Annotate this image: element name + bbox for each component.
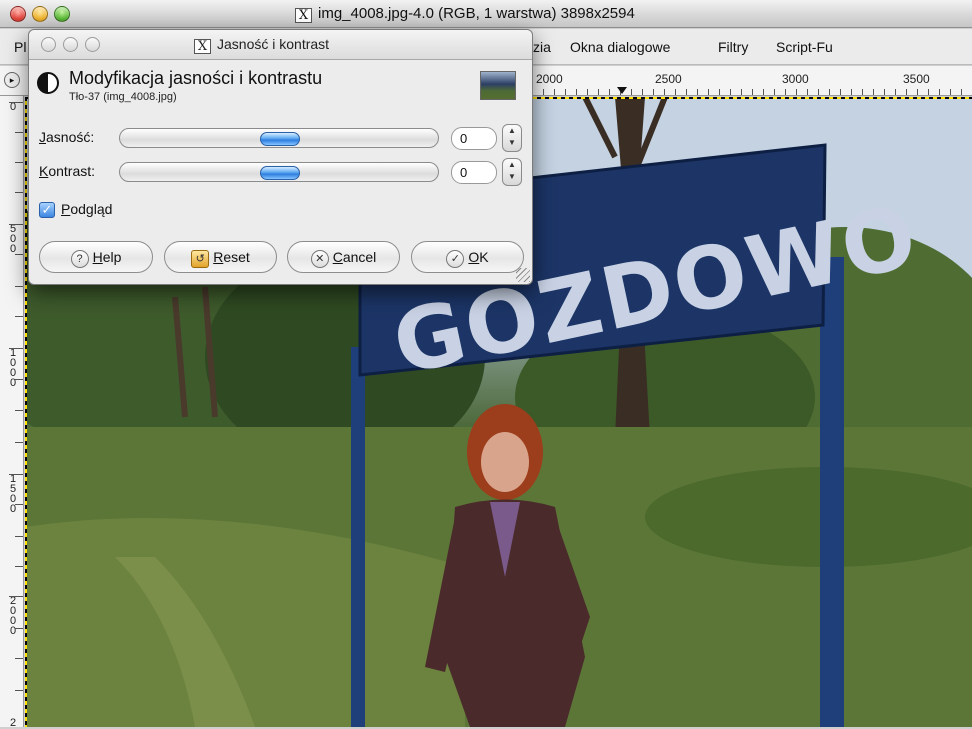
brightness-value-field[interactable]: 0 [451, 127, 497, 150]
ruler-label: 3500 [903, 72, 930, 86]
dialog-title: X Jasność i kontrast [194, 36, 329, 54]
dialog-heading: Modyfikacja jasności i kontrastu [69, 68, 323, 88]
ruler-label: 2500 [655, 72, 682, 86]
contrast-label: Kontrast: [39, 163, 95, 179]
ruler-label: 3000 [782, 72, 809, 86]
ruler-tick [15, 162, 23, 163]
ruler-tick [15, 566, 23, 567]
preview-label[interactable]: Podgląd [61, 201, 112, 217]
dialog-title-text: Jasność i kontrast [217, 36, 330, 52]
vertical-ruler[interactable]: 0 5 0 0 1 0 0 0 1 5 0 0 2 0 0 0 2 [0, 96, 24, 729]
dialog-minimize-button[interactable] [63, 37, 78, 52]
menu-item-dialogs[interactable]: Okna dialogowe [570, 39, 670, 55]
brightness-slider-handle[interactable] [260, 132, 300, 146]
ruler-tick [9, 348, 23, 349]
ruler-tick [15, 536, 23, 537]
brightness-contrast-icon [37, 72, 59, 94]
ruler-tick [15, 504, 23, 505]
window-title: Ximg_4008.jpg-4.0 (RGB, 1 warstwa) 3898x… [295, 5, 635, 23]
cancel-button[interactable]: ✕ Cancel [287, 241, 400, 273]
image-thumbnail [480, 71, 516, 100]
brightness-label: Jasność: [39, 129, 94, 145]
close-window-button[interactable] [10, 6, 26, 22]
ruler-tick [15, 628, 23, 629]
reset-rest: eset [223, 249, 250, 265]
preview-label-mnemonic: P [61, 201, 71, 217]
reset-mnemonic: R [213, 249, 224, 265]
ruler-tick [15, 286, 23, 287]
ruler-tick [9, 596, 23, 597]
preview-label-rest: odgląd [70, 201, 113, 217]
ruler-tick [15, 316, 23, 317]
menu-item-truncated[interactable]: Pl [14, 39, 26, 55]
ok-rest: K [479, 249, 489, 265]
ok-button[interactable]: ✓ OK [411, 241, 524, 273]
ruler-tick [15, 379, 23, 380]
brightness-label-rest: asność: [46, 129, 95, 145]
navigate-icon[interactable]: ▸ [4, 72, 20, 88]
resize-grip[interactable] [516, 268, 530, 282]
ruler-label: 2000 [536, 72, 563, 86]
menu-item-script-fu[interactable]: Script-Fu [776, 39, 833, 55]
menu-item-truncated-2[interactable]: zia [533, 39, 551, 55]
ruler-label: 1 0 0 0 [9, 347, 17, 389]
ruler-label: 2 0 0 0 [9, 595, 17, 637]
main-titlebar[interactable]: Ximg_4008.jpg-4.0 (RGB, 1 warstwa) 3898x… [0, 0, 972, 28]
ruler-tick [15, 658, 23, 659]
selection-marquee-left [25, 97, 27, 727]
help-button[interactable]: ? Help [39, 241, 153, 273]
ruler-label: 0 [9, 101, 17, 113]
cancel-mnemonic: C [332, 249, 343, 265]
brightness-stepper[interactable]: ▲ ▼ [502, 124, 522, 152]
contrast-label-mnemonic: K [39, 163, 49, 179]
cancel-icon: ✕ [310, 250, 329, 268]
minimize-window-button[interactable] [32, 6, 48, 22]
ruler-ticks [532, 89, 972, 95]
ruler-tick [9, 102, 23, 103]
ok-mnemonic: O [468, 249, 480, 265]
ruler-tick [9, 224, 23, 225]
brightness-contrast-dialog[interactable]: X Jasność i kontrast Modyfikacja jasności… [28, 29, 533, 285]
x11-app-icon: X [295, 8, 312, 23]
ruler-tick [15, 690, 23, 691]
window-title-text: img_4008.jpg-4.0 (RGB, 1 warstwa) 3898x2… [318, 5, 635, 22]
contrast-slider-handle[interactable] [260, 166, 300, 180]
ruler-tick [15, 192, 23, 193]
help-mnemonic: H [92, 249, 103, 265]
reset-button[interactable]: ↺ Reset [164, 241, 277, 273]
ruler-label: 5 0 0 [9, 223, 17, 255]
contrast-label-rest: ontrast: [48, 163, 96, 179]
zoom-window-button[interactable] [54, 6, 70, 22]
dialog-zoom-button[interactable] [85, 37, 100, 52]
ruler-pointer-marker [617, 87, 627, 94]
cancel-rest: ancel [342, 249, 377, 265]
contrast-stepper[interactable]: ▲ ▼ [502, 158, 522, 186]
question-mark-icon: ? [70, 250, 89, 268]
ruler-tick [15, 442, 23, 443]
ruler-tick [9, 474, 23, 475]
brightness-slider[interactable] [119, 128, 439, 148]
preview-checkbox[interactable]: ✓ [39, 202, 55, 218]
contrast-value-field[interactable]: 0 [451, 161, 497, 184]
check-icon: ✓ [446, 250, 465, 268]
ruler-tick [15, 132, 23, 133]
help-rest: elp [102, 249, 122, 265]
brightness-label-mnemonic: J [39, 129, 46, 145]
x11-app-icon: X [194, 39, 211, 54]
ruler-tick [15, 254, 23, 255]
reset-icon: ↺ [191, 250, 210, 268]
ruler-label: 1 5 0 0 [9, 473, 17, 515]
dialog-subheading: Tło-37 (img_4008.jpg) [69, 91, 177, 103]
menu-item-filters[interactable]: Filtry [718, 39, 748, 55]
dialog-close-button[interactable] [41, 37, 56, 52]
ruler-tick [15, 410, 23, 411]
dialog-titlebar[interactable]: X Jasność i kontrast [29, 30, 532, 60]
contrast-slider[interactable] [119, 162, 439, 182]
